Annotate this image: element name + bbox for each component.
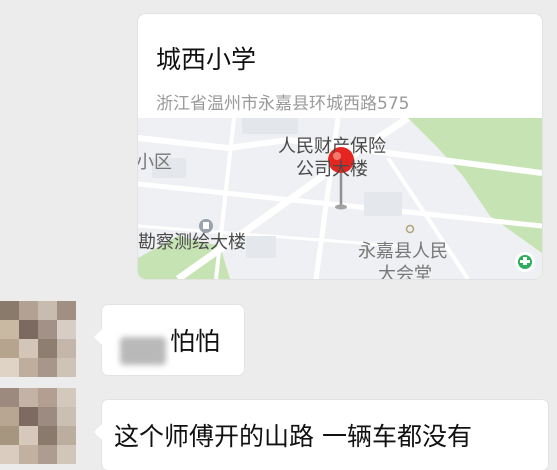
map-label-hall-line2: 大会堂 (378, 264, 432, 280)
message-bubble[interactable]: 怕怕 (94, 305, 244, 375)
avatar[interactable] (0, 388, 76, 464)
message-text: 这个师傅开的山路 一辆车都没有 (114, 422, 472, 451)
location-title: 城西小学 (156, 45, 257, 74)
location-header: 城西小学 浙江省温州市永嘉县环城西路575 (138, 14, 542, 118)
map-label-survey-building: 勘察测绘大楼 (138, 232, 246, 253)
map-label-insurance-line2: 公司大楼 (296, 159, 368, 180)
map-locate-icon (515, 252, 535, 272)
map-label-insurance-line1: 人民财产保险 (278, 136, 386, 157)
location-address: 浙江省温州市永嘉县环城西路575 (156, 94, 410, 114)
map-poi-icon (199, 219, 213, 233)
location-share-bubble[interactable]: 城西小学 浙江省温州市永嘉县环城西路575 小区 人民财产保险 公司大楼 勘察测… (138, 14, 542, 279)
map-label-hall-line1: 永嘉县人民 (358, 241, 448, 262)
redacted-text (120, 337, 166, 365)
map-label-district: 小区 (138, 152, 172, 173)
avatar[interactable] (0, 301, 76, 377)
message-text: 怕怕 (170, 327, 221, 356)
location-map-preview[interactable]: 小区 人民财产保险 公司大楼 勘察测绘大楼 永嘉县人民 大会堂 (138, 115, 542, 280)
message-bubble[interactable]: 这个师傅开的山路 一辆车都没有 (94, 400, 548, 470)
